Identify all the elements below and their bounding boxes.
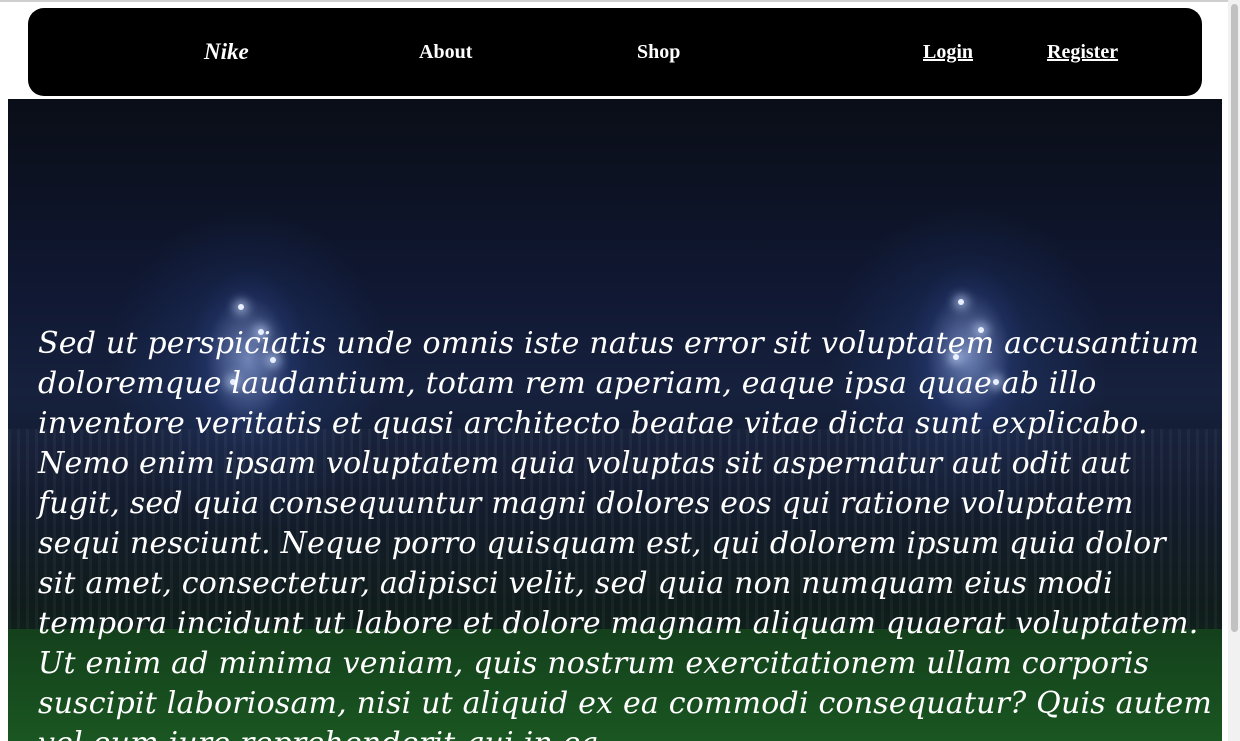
login-link[interactable]: Login	[923, 8, 973, 96]
navbar: Nike About Shop Login Register	[28, 8, 1202, 96]
scrollbar-thumb[interactable]	[1231, 4, 1238, 632]
nav-shop-link[interactable]: Shop	[637, 8, 680, 96]
hero-section: Sed ut perspiciatis unde omnis iste natu…	[8, 99, 1222, 741]
hero-paragraph: Sed ut perspiciatis unde omnis iste natu…	[38, 326, 1213, 741]
nav-about-link[interactable]: About	[419, 8, 472, 96]
top-divider	[0, 0, 1240, 2]
floodlight-icon	[958, 299, 964, 305]
brand-link[interactable]: Nike	[204, 8, 249, 96]
vertical-scrollbar[interactable]	[1228, 0, 1240, 741]
floodlight-icon	[238, 304, 244, 310]
page: Nike About Shop Login Register Sed ut pe…	[0, 0, 1240, 741]
register-link[interactable]: Register	[1047, 8, 1118, 96]
